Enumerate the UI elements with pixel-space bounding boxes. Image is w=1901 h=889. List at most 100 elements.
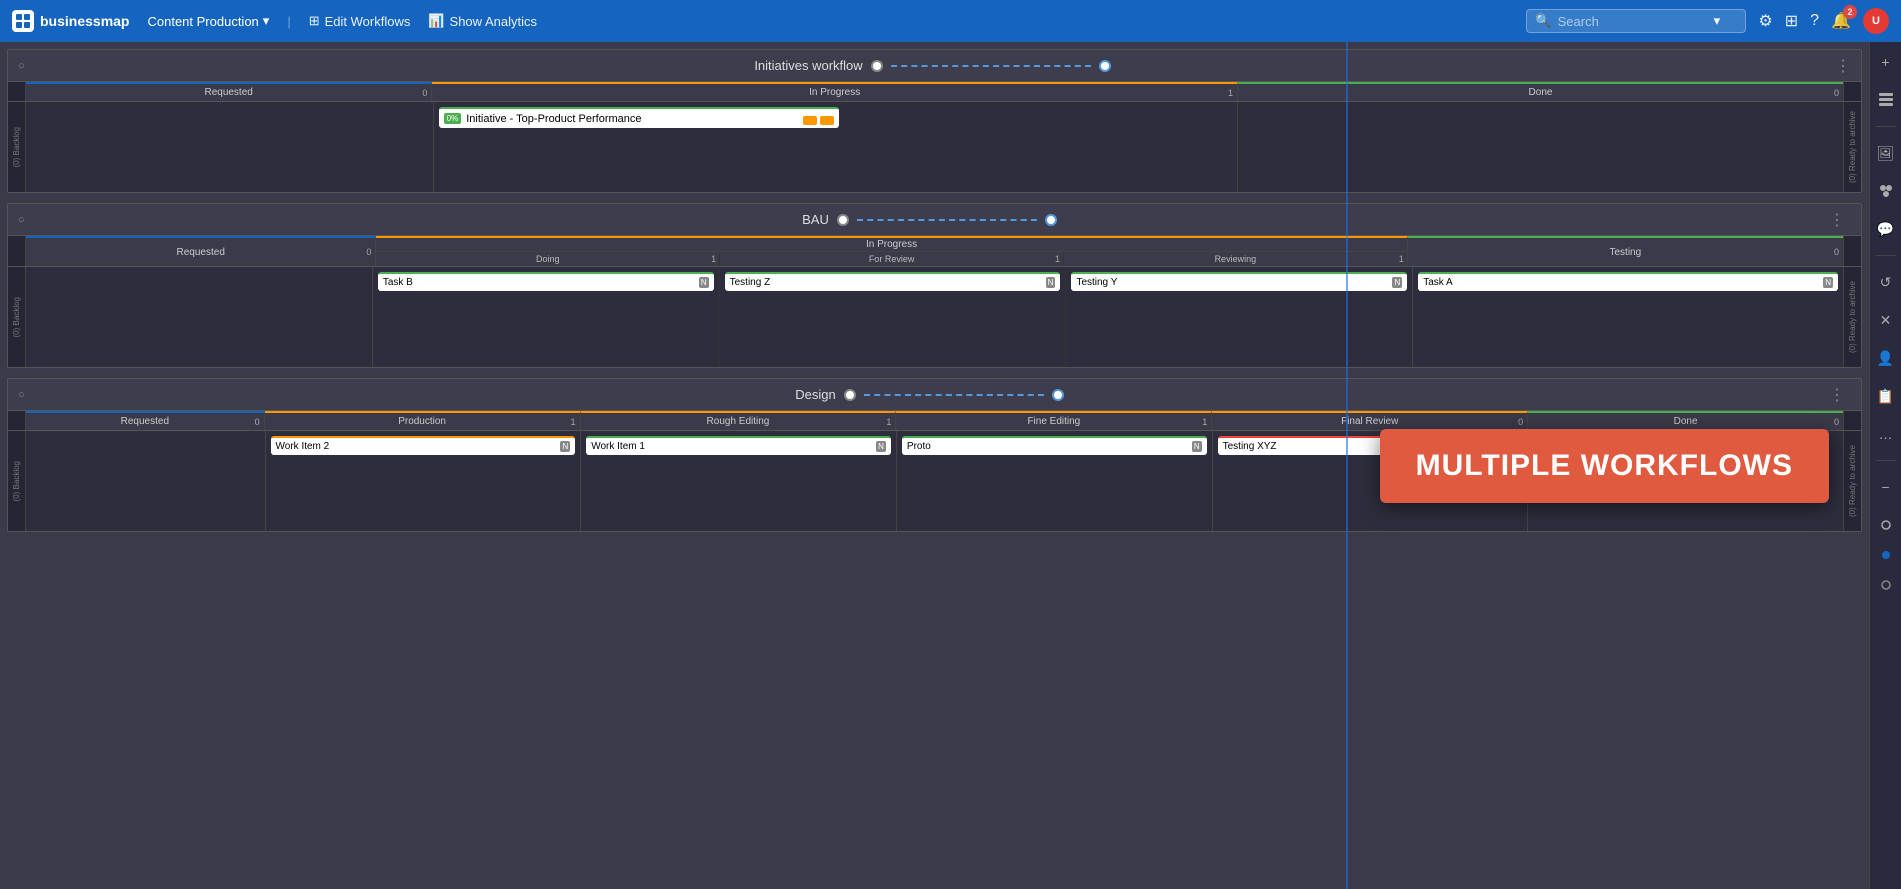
bau-workflow-section: ○ BAU ⋮ Requested 0 — [7, 203, 1862, 368]
bau-wf-end-node — [1045, 214, 1057, 226]
design-backlog-right[interactable]: (0) Ready to archive — [1843, 431, 1861, 531]
design-more-button[interactable]: ⋮ — [1829, 385, 1845, 405]
work-item-1-card[interactable]: Work Item 1 N — [586, 436, 891, 455]
proto-card[interactable]: Proto N — [902, 436, 1207, 455]
proto-label: Proto — [907, 441, 931, 452]
bau-backlog-toggle[interactable]: ○ — [18, 214, 30, 226]
initiatives-more-button[interactable]: ⋮ — [1835, 56, 1851, 76]
initiative-color-dots — [803, 116, 834, 125]
edit-workflows-button[interactable]: ⊞ Edit Workflows — [309, 13, 411, 29]
bau-testing-col: Task A N — [1413, 267, 1843, 367]
sidebar-zoom-in-icon[interactable]: + — [1874, 50, 1898, 74]
sidebar-bullet-icon[interactable] — [1874, 513, 1898, 537]
multiple-workflows-overlay: MULTIPLE WORKFLOWS — [1380, 429, 1829, 503]
bau-forreview-subheader: For Review 1 — [720, 252, 1064, 266]
bau-requested-col — [26, 267, 373, 367]
initiative-dot-1 — [803, 116, 817, 125]
search-box[interactable]: 🔍 ▾ — [1526, 9, 1746, 33]
design-rough-header: Rough Editing 1 — [581, 411, 897, 430]
design-done-label: Done — [1674, 416, 1698, 427]
work-item-2-badge: N — [560, 441, 570, 452]
sidebar-user-add-icon[interactable]: 👤 — [1874, 346, 1898, 370]
initiative-title: Initiative - Top-Product Performance — [466, 113, 641, 125]
bau-backlog-right-label: (0) Ready to archive — [1848, 281, 1857, 353]
initiatives-done-label: Done — [1529, 87, 1553, 98]
design-backlog-toggle[interactable]: ○ — [18, 389, 30, 401]
task-b-card[interactable]: Task B N — [378, 272, 714, 291]
initiatives-done-count: 0 — [1834, 88, 1839, 98]
design-backlog-left[interactable]: (0) Backlog — [8, 431, 26, 531]
grid-icon[interactable]: ⊞ — [1785, 11, 1798, 31]
bau-doing-col: Task B N — [373, 267, 720, 367]
work-item-2-card[interactable]: Work Item 2 N — [271, 436, 576, 455]
bau-reviewing-label: Reviewing — [1215, 254, 1257, 264]
task-b-badge: N — [699, 277, 709, 288]
design-rough-count: 1 — [886, 417, 891, 427]
edit-workflows-icon: ⊞ — [309, 13, 320, 29]
show-analytics-button[interactable]: 📊 Show Analytics — [428, 13, 537, 29]
initiatives-backlog-label: (0) Backlog — [12, 127, 21, 167]
top-navigation: businessmap Content Production ▾ | ⊞ Edi… — [0, 0, 1901, 42]
design-backlog-right-spacer — [1843, 411, 1861, 430]
bau-more-button[interactable]: ⋮ — [1829, 210, 1845, 230]
initiative-pct-badge: 0% — [444, 113, 462, 124]
bau-col-requested-header: Requested 0 — [26, 236, 376, 266]
design-rough-col: Work Item 1 N — [581, 431, 897, 531]
bau-col-body: (0) Backlog Task B N Testing Z N — [8, 267, 1861, 367]
user-avatar[interactable]: U — [1863, 8, 1889, 34]
initiatives-col-body: (0) Backlog 0% Initiative - Top-Product … — [8, 102, 1861, 192]
board-area: MULTIPLE WORKFLOWS ○ Initiatives workflo… — [0, 42, 1869, 889]
proto-badge: N — [1192, 441, 1202, 452]
initiatives-backlog-right[interactable]: (0) Ready to archive — [1843, 102, 1861, 192]
app-name-dropdown[interactable]: Content Production ▾ — [147, 13, 269, 29]
bau-doing-count: 1 — [711, 254, 716, 264]
design-wf-line — [864, 394, 1044, 396]
sidebar-cut-icon[interactable]: ✕ — [1874, 308, 1898, 332]
sidebar-dot-empty-icon[interactable] — [1874, 573, 1898, 597]
initiatives-done-col — [1238, 102, 1843, 192]
sidebar-layers-icon[interactable] — [1874, 88, 1898, 112]
sidebar-zoom-out-icon[interactable]: − — [1874, 475, 1898, 499]
brand-logo[interactable]: businessmap — [12, 10, 129, 32]
initiatives-col-headers: Requested 0 In Progress 1 Done 0 — [8, 82, 1861, 102]
sidebar-more-icon[interactable]: … — [1874, 422, 1898, 446]
show-analytics-label: Show Analytics — [450, 14, 537, 29]
bau-backlog-right-spacer — [1843, 236, 1861, 266]
design-fine-label: Fine Editing — [1027, 416, 1080, 427]
sidebar-refresh-icon[interactable]: ↺ — [1874, 270, 1898, 294]
work-item-2-label: Work Item 2 — [276, 441, 330, 452]
settings-icon[interactable]: ⚙ — [1758, 11, 1772, 31]
design-final-label: Final Review — [1341, 416, 1398, 427]
testing-z-card[interactable]: Testing Z N — [725, 272, 1061, 291]
sidebar-chat-icon[interactable]: 💬 — [1874, 217, 1898, 241]
task-b-label: Task B — [383, 277, 413, 288]
topnav-right-section: 🔍 ▾ ⚙ ⊞ ? 🔔 2 U — [1526, 8, 1889, 34]
initiative-card-1[interactable]: 0% Initiative - Top-Product Performance — [439, 107, 839, 128]
main-layout: MULTIPLE WORKFLOWS ○ Initiatives workflo… — [0, 42, 1901, 889]
sidebar-group-icon[interactable] — [1874, 179, 1898, 203]
search-input[interactable] — [1558, 14, 1708, 29]
sidebar-doc-icon[interactable]: 📋 — [1874, 384, 1898, 408]
task-a-card[interactable]: Task A N — [1418, 272, 1838, 291]
initiative-card-1-content: 0% Initiative - Top-Product Performance — [444, 113, 642, 125]
initiatives-col-requested-header: Requested 0 — [26, 82, 432, 101]
help-icon[interactable]: ? — [1810, 12, 1819, 30]
bau-backlog-left[interactable]: (0) Backlog — [8, 267, 26, 367]
bau-doing-subheader: Doing 1 — [376, 252, 720, 266]
initiatives-inprogress-label: In Progress — [809, 87, 860, 98]
sidebar-image-icon[interactable]: 🖼 — [1874, 141, 1898, 165]
design-rough-label: Rough Editing — [707, 416, 770, 427]
task-a-badge: N — [1823, 277, 1833, 288]
bau-backlog-right[interactable]: (0) Ready to archive — [1843, 267, 1861, 367]
notifications-bell[interactable]: 🔔 2 — [1831, 11, 1851, 31]
bau-doing-label: Doing — [536, 254, 560, 264]
initiatives-backlog-left[interactable]: (0) Backlog — [8, 102, 26, 192]
testing-z-badge: N — [1046, 277, 1056, 288]
design-production-label: Production — [398, 416, 446, 427]
app-name-label: Content Production — [147, 14, 258, 29]
testing-y-card[interactable]: Testing Y N — [1071, 272, 1407, 291]
bau-requested-count: 0 — [366, 247, 371, 257]
bau-wf-line — [857, 219, 1037, 221]
initiatives-backlog-toggle[interactable]: ○ — [18, 60, 30, 72]
testing-y-label: Testing Y — [1076, 277, 1117, 288]
